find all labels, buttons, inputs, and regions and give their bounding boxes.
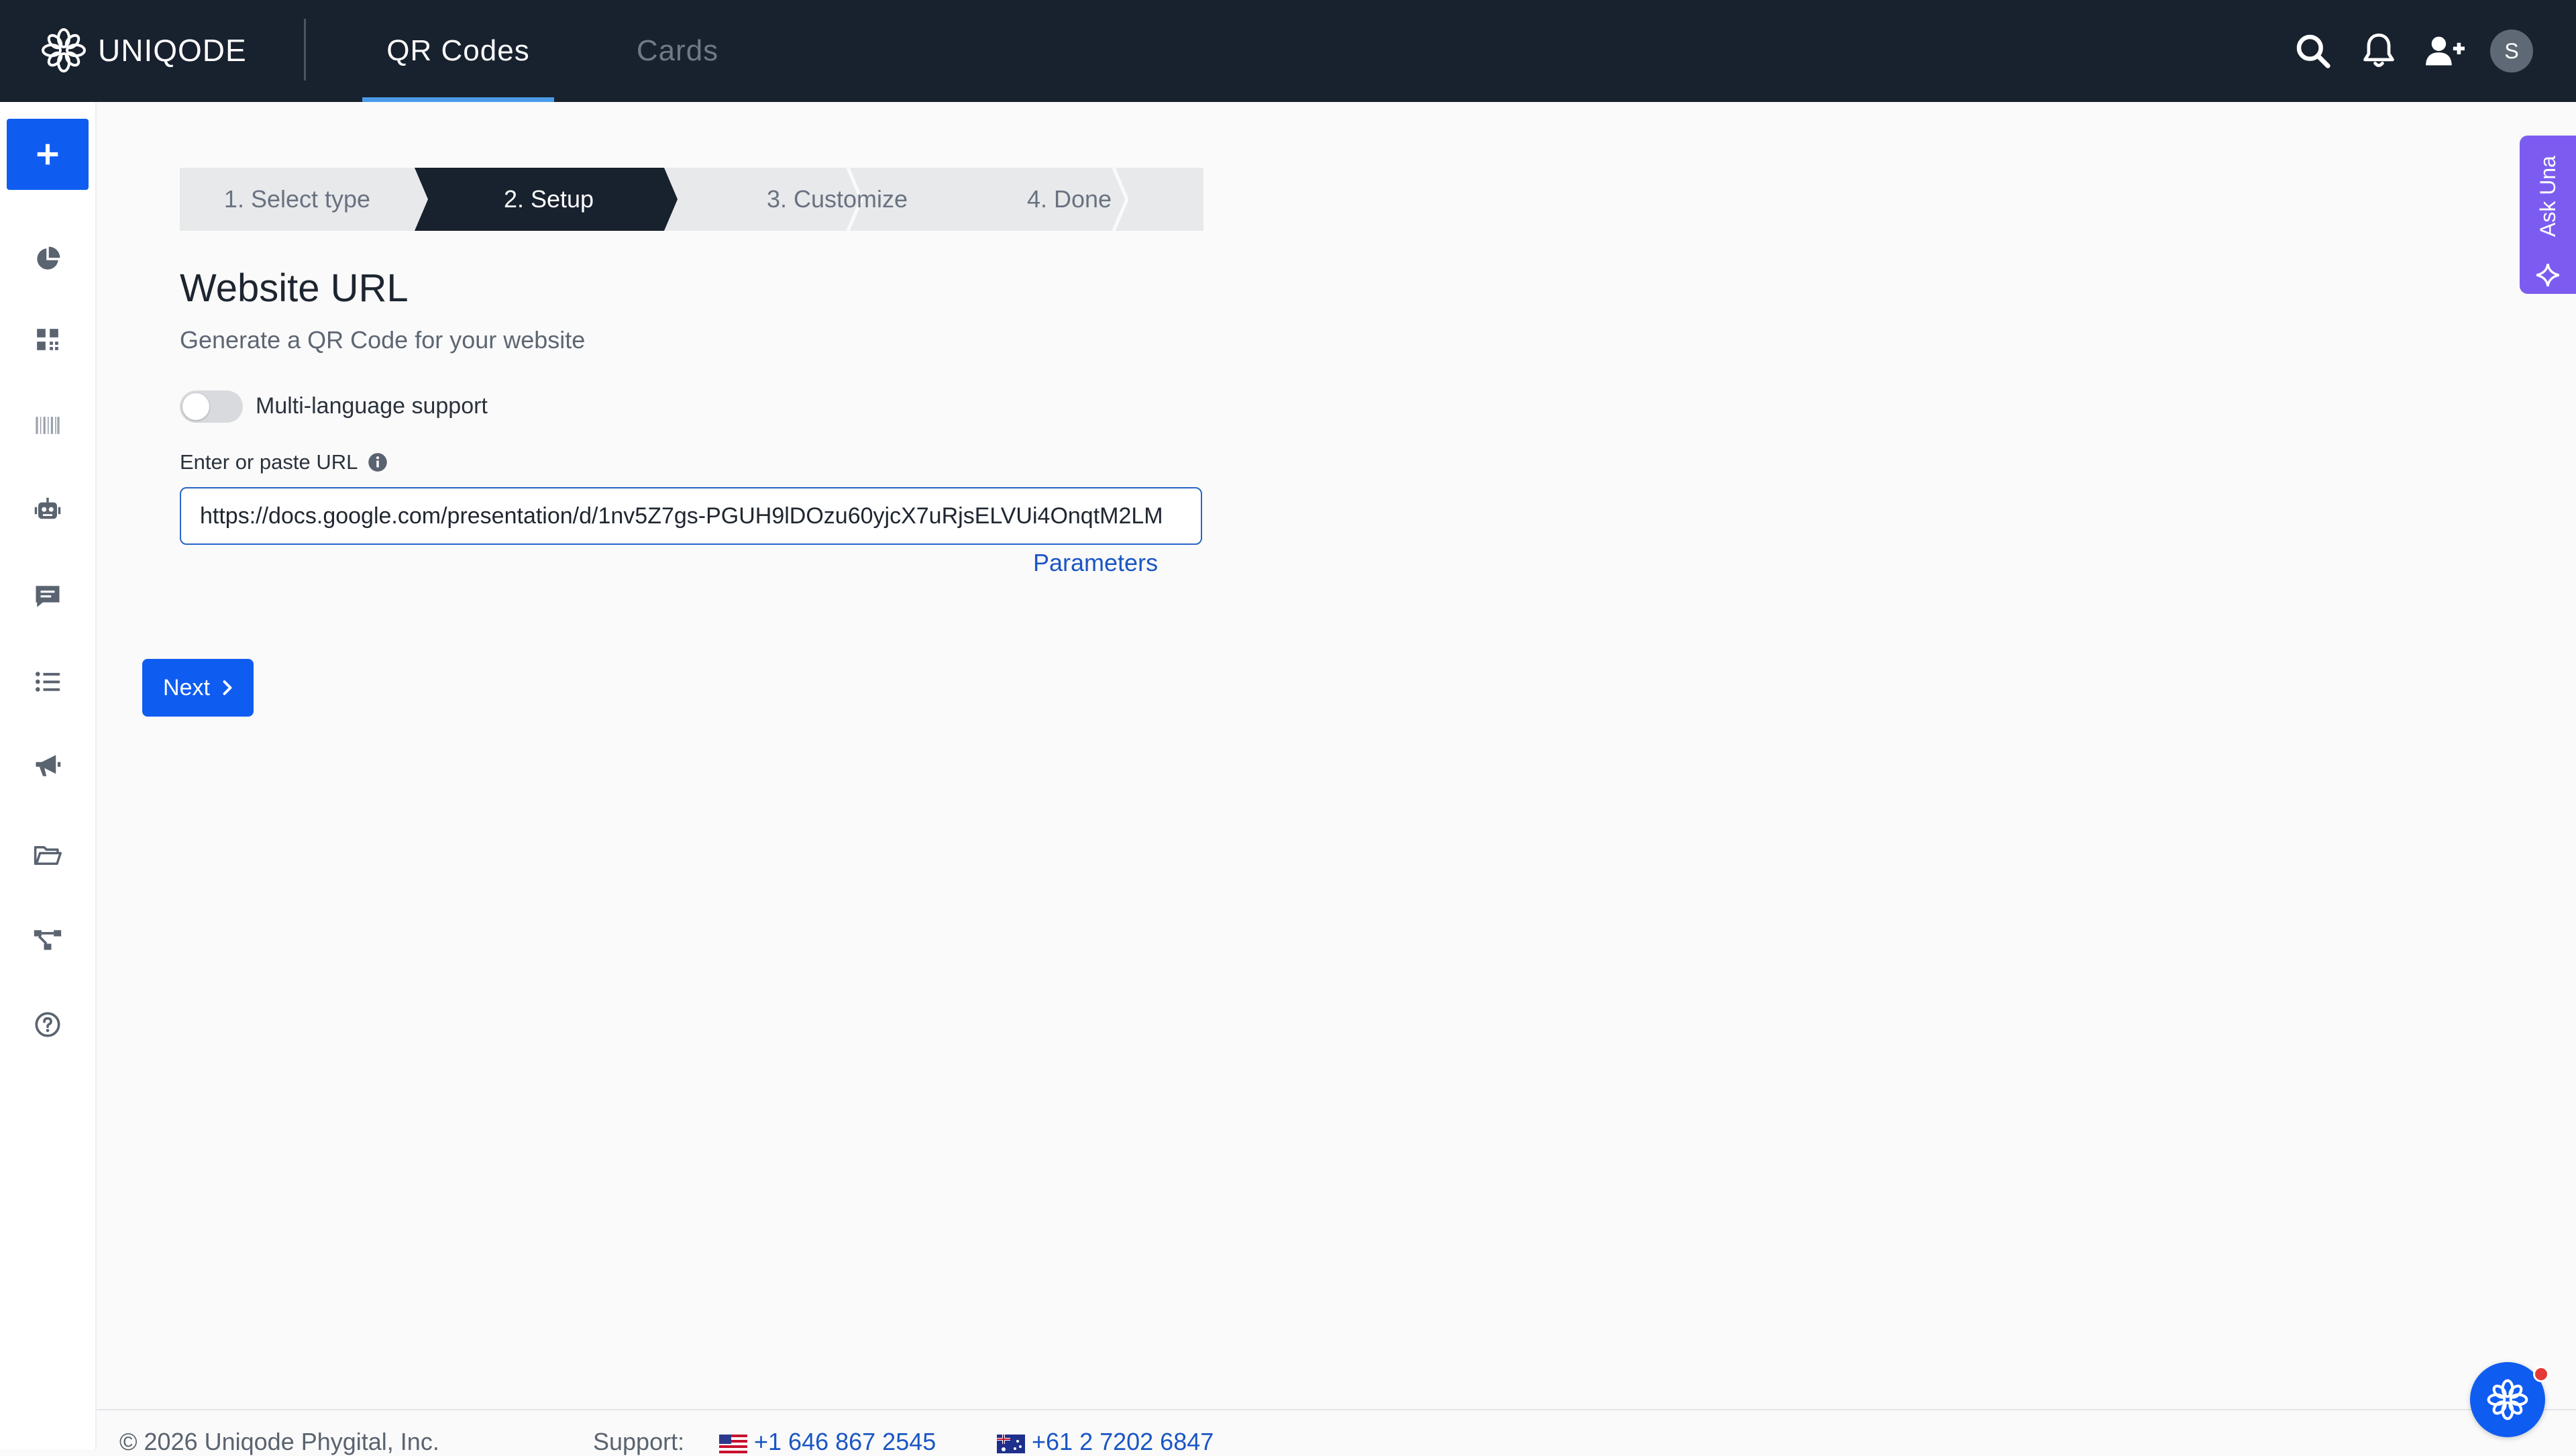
sidebar	[0, 102, 97, 1449]
qr-code-icon	[37, 329, 58, 350]
tab-cards[interactable]: Cards	[604, 0, 751, 102]
plus-icon	[37, 144, 58, 165]
user-avatar[interactable]: S	[2490, 30, 2533, 72]
ask-una-label: Ask Una	[2535, 155, 2560, 237]
sidebar-item-folders[interactable]	[28, 836, 67, 875]
footer-copyright: © 2026 Uniqode Phygital, Inc.	[119, 1428, 439, 1455]
uniqode-logo-icon	[2487, 1379, 2528, 1420]
top-navigation-bar: UNIQODE QR Codes Cards S	[0, 0, 2576, 102]
multi-language-label: Multi-language support	[256, 393, 488, 419]
step-select-type[interactable]: 1. Select type	[180, 168, 415, 231]
step-setup[interactable]: 2. Setup	[421, 168, 676, 231]
multi-language-toggle[interactable]	[180, 391, 243, 423]
page-subtitle: Generate a QR Code for your website	[180, 326, 586, 354]
list-icon	[36, 672, 60, 692]
step-indicator: 1. Select type 2. Setup 3. Customize 4. …	[180, 168, 1203, 231]
sidebar-item-analytics[interactable]	[28, 240, 67, 278]
sidebar-item-automation[interactable]	[28, 491, 67, 530]
notification-dot	[2533, 1366, 2549, 1382]
footer-phone-us[interactable]: +1 646 867 2545	[754, 1428, 936, 1456]
pie-chart-icon	[37, 246, 60, 270]
brand-name: UNIQODE	[98, 33, 247, 68]
chevron-right-icon	[223, 680, 232, 695]
barcode-icon	[36, 417, 60, 434]
page-title: Website URL	[180, 266, 409, 310]
bell-icon[interactable]	[2357, 30, 2400, 72]
sidebar-item-help[interactable]	[28, 1005, 67, 1044]
parameters-link[interactable]: Parameters	[1033, 549, 1158, 577]
url-field-label: Enter or paste URL	[180, 450, 358, 474]
au-flag-icon	[997, 1435, 1025, 1453]
next-button[interactable]: Next	[142, 659, 254, 717]
sidebar-item-hierarchy[interactable]	[28, 921, 67, 959]
footer-phone-au[interactable]: +61 2 7202 6847	[1032, 1428, 1214, 1456]
ask-una-button[interactable]: Ask Una	[2520, 136, 2576, 294]
next-button-label: Next	[163, 674, 210, 700]
uniqode-logo-icon	[42, 28, 86, 72]
sidebar-item-campaigns[interactable]	[28, 746, 67, 785]
topbar-divider	[304, 19, 306, 81]
toggle-knob	[182, 393, 209, 420]
folder-icon	[34, 846, 62, 865]
sparkle-icon	[2536, 264, 2560, 287]
us-flag-icon	[719, 1435, 747, 1453]
brand-logo[interactable]: UNIQODE	[40, 27, 247, 74]
create-button[interactable]	[7, 119, 89, 190]
help-icon	[35, 1012, 60, 1037]
tab-qr-codes[interactable]: QR Codes	[362, 0, 554, 102]
info-icon[interactable]	[368, 452, 388, 472]
search-icon[interactable]	[2292, 30, 2334, 72]
sidebar-item-lists[interactable]	[28, 662, 67, 701]
hierarchy-icon	[34, 930, 62, 950]
sidebar-item-barcodes[interactable]	[28, 406, 67, 445]
footer-support-label: Support:	[593, 1428, 685, 1455]
step-done[interactable]: 4. Done	[942, 168, 1197, 231]
footer-divider	[97, 1409, 2576, 1410]
ask-una-label-wrap: Ask Una	[2520, 136, 2576, 256]
megaphone-icon	[36, 755, 61, 776]
robot-icon	[34, 497, 61, 519]
url-input[interactable]	[180, 487, 1202, 545]
message-icon	[36, 586, 60, 607]
sidebar-item-qr-codes[interactable]	[28, 320, 67, 359]
add-user-icon[interactable]	[2423, 30, 2466, 72]
sidebar-item-messages[interactable]	[28, 577, 67, 616]
